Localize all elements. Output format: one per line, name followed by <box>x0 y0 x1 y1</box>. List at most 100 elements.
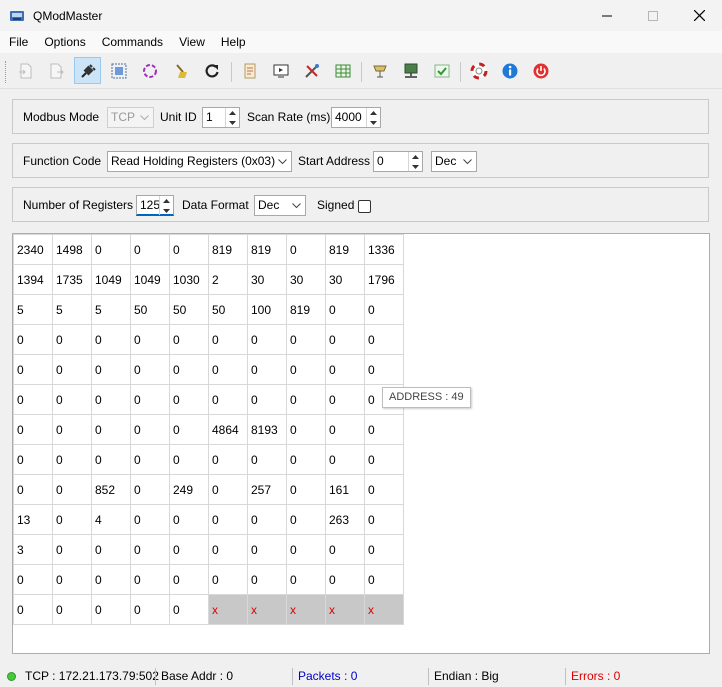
register-cell[interactable]: 0 <box>130 594 170 625</box>
register-cell[interactable]: 0 <box>325 294 365 325</box>
register-cell[interactable]: 0 <box>286 444 326 475</box>
register-cell[interactable]: 0 <box>364 504 404 535</box>
register-cell[interactable]: 0 <box>13 354 53 385</box>
register-cell[interactable]: 0 <box>52 504 92 535</box>
unit-id-spinbox[interactable]: 1 <box>202 107 240 128</box>
register-cell[interactable]: 50 <box>169 294 209 325</box>
register-cell[interactable]: 0 <box>91 234 131 265</box>
register-cell[interactable]: 249 <box>169 474 209 505</box>
spin-down-icon[interactable] <box>409 162 422 171</box>
register-cell[interactable]: 0 <box>325 384 365 415</box>
register-cell[interactable]: 0 <box>91 384 131 415</box>
table-button[interactable] <box>329 57 356 84</box>
registers-table-view[interactable]: 2340 1498 0 0 0 819 819 0 819 1336 1394 1735 1049 104… <box>12 233 710 654</box>
register-cell[interactable]: 100 <box>247 294 287 325</box>
register-cell[interactable]: 0 <box>325 444 365 475</box>
register-cell[interactable]: 0 <box>169 234 209 265</box>
toolbar-grip[interactable] <box>5 61 7 83</box>
exit-button[interactable] <box>527 57 554 84</box>
register-cell[interactable]: 0 <box>286 234 326 265</box>
register-cell[interactable]: 0 <box>169 564 209 595</box>
help-button[interactable] <box>465 57 492 84</box>
register-cell[interactable]: 852 <box>91 474 131 505</box>
register-cell[interactable]: 0 <box>208 354 248 385</box>
register-cell[interactable]: 0 <box>52 444 92 475</box>
data-format-select[interactable]: Dec <box>254 195 306 216</box>
register-cell[interactable]: 0 <box>364 414 404 445</box>
connect-doc-button[interactable] <box>12 57 39 84</box>
signed-checkbox[interactable] <box>358 200 371 213</box>
register-cell[interactable]: 1735 <box>52 264 92 295</box>
register-cell[interactable]: 0 <box>130 564 170 595</box>
register-cell[interactable]: 0 <box>364 534 404 565</box>
register-cell[interactable]: 0 <box>286 474 326 505</box>
register-cell[interactable]: 0 <box>169 534 209 565</box>
register-cell[interactable]: 0 <box>325 354 365 385</box>
register-cell[interactable]: 1394 <box>13 264 53 295</box>
menu-options[interactable]: Options <box>35 32 92 52</box>
register-cell[interactable]: 0 <box>91 564 131 595</box>
register-cell[interactable]: 1336 <box>364 234 404 265</box>
menu-commands[interactable]: Commands <box>93 32 170 52</box>
register-cell[interactable]: 0 <box>364 294 404 325</box>
register-cell[interactable]: 0 <box>13 414 53 445</box>
register-cell[interactable]: 0 <box>169 594 209 625</box>
register-cell[interactable]: 0 <box>13 474 53 505</box>
register-cell[interactable]: 0 <box>325 534 365 565</box>
monitor-button[interactable] <box>267 57 294 84</box>
register-cell[interactable]: 0 <box>286 324 326 355</box>
register-cell[interactable]: 0 <box>208 504 248 535</box>
register-cell[interactable]: 819 <box>325 234 365 265</box>
register-cell[interactable]: 0 <box>286 504 326 535</box>
menu-view[interactable]: View <box>170 32 212 52</box>
register-cell[interactable]: 0 <box>130 384 170 415</box>
register-cell[interactable]: 0 <box>208 534 248 565</box>
minimize-button[interactable] <box>584 0 630 31</box>
info-button[interactable] <box>496 57 523 84</box>
register-cell[interactable]: 819 <box>286 294 326 325</box>
register-cell[interactable]: 0 <box>364 324 404 355</box>
register-cell[interactable]: 819 <box>208 234 248 265</box>
register-cell[interactable]: 0 <box>169 384 209 415</box>
register-cell[interactable]: 0 <box>325 324 365 355</box>
start-address-spinbox[interactable]: 0 <box>373 151 423 172</box>
register-cell[interactable]: 0 <box>130 414 170 445</box>
register-cell[interactable]: 30 <box>247 264 287 295</box>
modbus-tcp-button[interactable] <box>397 57 424 84</box>
register-cell[interactable]: 0 <box>208 564 248 595</box>
register-cell[interactable]: 0 <box>13 564 53 595</box>
spin-down-icon[interactable] <box>160 206 173 215</box>
register-cell[interactable]: 1498 <box>52 234 92 265</box>
register-cell[interactable]: 0 <box>52 594 92 625</box>
register-cell[interactable]: 0 <box>247 384 287 415</box>
clear-button[interactable] <box>167 57 194 84</box>
register-cell[interactable]: 2340 <box>13 234 53 265</box>
cycle-button[interactable] <box>136 57 163 84</box>
menu-file[interactable]: File <box>0 32 35 52</box>
register-cell[interactable]: 0 <box>364 354 404 385</box>
register-cell[interactable]: 0 <box>364 564 404 595</box>
register-cell[interactable]: 0 <box>52 384 92 415</box>
register-cell[interactable]: 263 <box>325 504 365 535</box>
register-cell[interactable]: 0 <box>52 534 92 565</box>
register-cell[interactable]: 0 <box>169 444 209 475</box>
register-cell[interactable]: 0 <box>130 474 170 505</box>
register-cell[interactable]: 0 <box>13 444 53 475</box>
register-cell[interactable]: 0 <box>130 324 170 355</box>
register-cell[interactable]: 30 <box>286 264 326 295</box>
register-cell[interactable]: 0 <box>52 324 92 355</box>
plug-connect-button[interactable] <box>74 57 101 84</box>
register-cell[interactable]: 0 <box>91 414 131 445</box>
register-cell[interactable]: 30 <box>325 264 365 295</box>
register-cell[interactable]: x <box>208 594 248 625</box>
scan-rate-spinbox[interactable]: 4000 <box>331 107 381 128</box>
register-cell[interactable]: 50 <box>208 294 248 325</box>
register-cell[interactable]: 0 <box>208 324 248 355</box>
register-cell[interactable]: 0 <box>13 324 53 355</box>
address-format-select[interactable]: Dec <box>431 151 477 172</box>
modbus-rtu-button[interactable] <box>366 57 393 84</box>
register-cell[interactable]: 4864 <box>208 414 248 445</box>
register-cell[interactable]: 0 <box>247 354 287 385</box>
spin-down-icon[interactable] <box>226 118 239 127</box>
register-cell[interactable]: 0 <box>286 384 326 415</box>
